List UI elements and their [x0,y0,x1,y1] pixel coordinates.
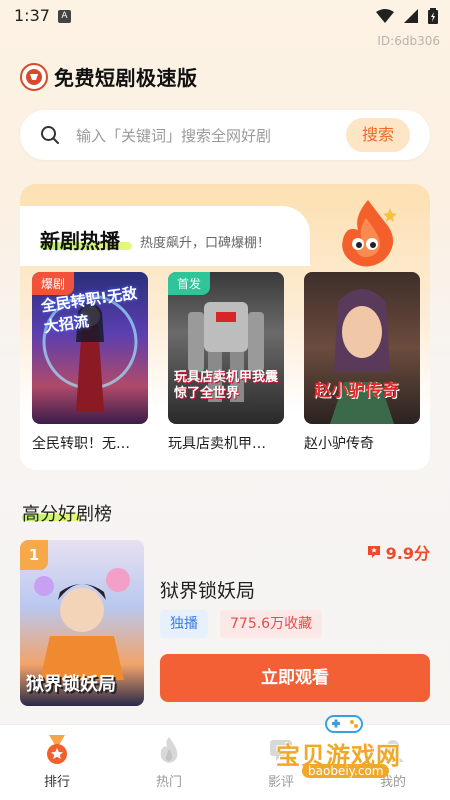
battery-icon [428,8,438,24]
drama-card[interactable]: 全民转职!无敌大招流 爆剧 全民转职！无… [32,272,148,453]
drama-card[interactable]: 赵小驴传奇 赵小驴传奇 [304,272,420,453]
app-header: 免费短剧极速版 [20,62,198,91]
nav-label: 热门 [155,775,182,790]
section-title-hot: 新剧热播 [40,229,120,253]
tag-exclusive: 独播 [160,610,208,638]
drama-poster[interactable]: 赵小驴传奇 [304,272,420,424]
status-bar: 1:37 A [0,0,450,32]
rank-number: 1 [20,540,48,570]
drama-card[interactable]: 玩具店卖机甲我震惊了全世界 首发 玩具店卖机甲… [168,272,284,453]
watermark-url: baobeiy.com [302,764,390,778]
search-button[interactable]: 搜索 [346,118,410,152]
flame-mascot-icon [342,200,397,267]
status-icons [376,8,438,24]
score: 9.9分 [366,540,430,564]
badge-new: 首发 [168,272,211,295]
poster-title: 狱界锁妖局 [26,674,116,695]
nav-item-hot[interactable]: 热门 [124,735,214,790]
signal-icon [404,9,418,23]
flame-icon [160,737,178,763]
app-logo-icon [20,62,48,91]
drama-title[interactable]: 玩具店卖机甲… [168,433,284,453]
score-value: 9.9分 [385,544,430,563]
wifi-icon [376,9,394,23]
section-subtitle-hot: 热度飙升，口碑爆棚！ [140,236,271,251]
search-box[interactable]: 输入「关键词」搜索全网好剧 搜索 [20,110,430,160]
medal-icon [47,735,67,764]
app-title: 免费短剧极速版 [54,66,198,90]
section-title-rank: 高分好剧榜 [22,504,112,525]
drama-title[interactable]: 全民转职！无… [32,433,148,453]
search-icon [41,126,59,144]
search-input[interactable]: 输入「关键词」搜索全网好剧 [76,125,271,146]
status-time: 1:37 [14,6,50,25]
poster-title: 玩具店卖机甲我震惊了全世界 [174,370,279,401]
poster-art [330,289,394,424]
device-id: ID:6db306 [377,34,440,48]
drama-poster[interactable]: 狱界锁妖局 1 [20,540,144,706]
rank-item[interactable]: 狱界锁妖局 1 9.9分 狱界锁妖局 独播 775.6万收藏 立即观看 [20,540,430,708]
poster-title: 赵小驴传奇 [314,381,399,401]
tag-favorites: 775.6万收藏 [220,610,323,638]
score-icon [367,546,380,558]
drama-poster[interactable]: 玩具店卖机甲我震惊了全世界 首发 [168,272,284,424]
watch-now-button[interactable]: 立即观看 [160,654,430,702]
watermark: 宝贝游戏网 baobeiy.com [276,708,428,786]
notification-icon: A [58,10,71,23]
new-hot-panel: 新剧热播 热度飙升，口碑爆棚！ 全民转职!无敌大招流 爆剧 全民转职！无… 玩具… [20,184,430,470]
drama-title[interactable]: 狱界锁妖局 [160,576,255,603]
gamepad-icon [325,715,363,733]
drama-title[interactable]: 赵小驴传奇 [304,433,420,453]
nav-item-ranking[interactable]: 排行 [12,735,102,790]
badge-hot: 爆剧 [32,272,75,295]
drama-poster[interactable]: 全民转职!无敌大招流 爆剧 [32,272,148,424]
nav-label: 排行 [43,775,70,790]
